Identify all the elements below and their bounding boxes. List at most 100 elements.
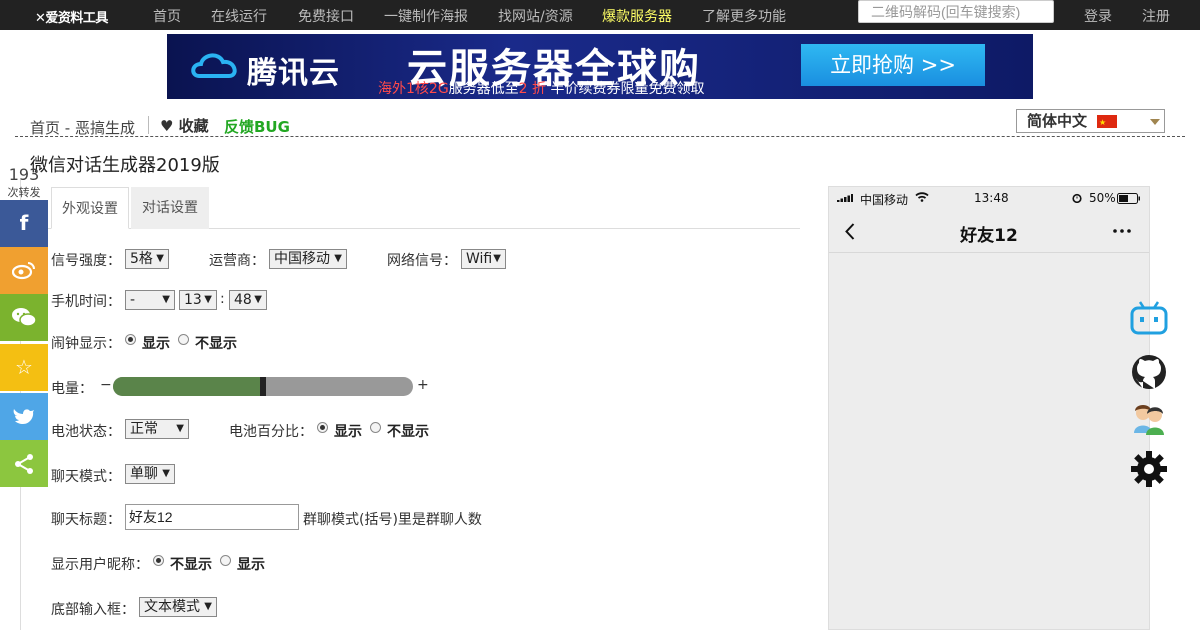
nickname-show-label: 显示 bbox=[237, 557, 265, 573]
phone-carrier: 中国移动 bbox=[860, 193, 909, 207]
nav-item-more-features[interactable]: 了解更多功能 bbox=[702, 6, 786, 26]
carrier-value: 中国移动 bbox=[274, 251, 330, 267]
facebook-icon: f bbox=[19, 211, 29, 235]
signal-bars-icon bbox=[837, 194, 853, 202]
signal-value: 5格 bbox=[130, 251, 153, 267]
time-hour-value: 13 bbox=[184, 292, 202, 308]
phone-preview: 中国移动 13:48 50% 好友12 bbox=[828, 186, 1150, 630]
language-select[interactable]: 简体中文 bbox=[1016, 109, 1165, 134]
language-selected: 简体中文 bbox=[1027, 112, 1088, 130]
nickname-show-radio[interactable] bbox=[220, 555, 231, 566]
favorite-button[interactable]: ♥ 收藏 bbox=[160, 115, 209, 136]
network-select[interactable]: Wifi ▼ bbox=[461, 249, 506, 269]
alarm-hide-radio[interactable] bbox=[178, 334, 189, 345]
breadcrumb[interactable]: 首页 - 恶搞生成 bbox=[30, 117, 135, 138]
bilibili-icon[interactable] bbox=[1130, 300, 1168, 338]
phone-chat-title: 好友12 bbox=[960, 226, 1018, 246]
time-minute-select[interactable]: 48 ▼ bbox=[229, 290, 267, 310]
input-box-select[interactable]: 文本模式 ▼ bbox=[139, 597, 217, 617]
chat-title-label: 聊天标题： bbox=[51, 512, 121, 528]
chat-title-input[interactable] bbox=[125, 504, 299, 530]
dropdown-arrow-icon: ▼ bbox=[254, 294, 262, 305]
wifi-icon bbox=[915, 192, 929, 202]
battery-minus[interactable]: − bbox=[100, 377, 112, 393]
register-link[interactable]: 注册 bbox=[1142, 6, 1170, 26]
chat-title-hint: 群聊模式(括号)里是群聊人数 bbox=[303, 512, 482, 528]
battery-pct-show-radio[interactable] bbox=[317, 422, 328, 433]
nav-item-poster[interactable]: 一键制作海报 bbox=[384, 6, 468, 26]
battery-label: 电量： bbox=[51, 381, 93, 397]
time-period-value: - bbox=[130, 292, 136, 308]
dashed-divider bbox=[15, 136, 1185, 137]
nickname-hide-label: 不显示 bbox=[170, 557, 212, 573]
site-logo[interactable]: ✕爱资料工具 bbox=[35, 7, 108, 26]
login-link[interactable]: 登录 bbox=[1084, 6, 1112, 26]
customer-service-avatar-icon[interactable] bbox=[1130, 399, 1168, 437]
tab-appearance[interactable]: 外观设置 bbox=[51, 187, 129, 229]
time-period-select[interactable]: - ▼ bbox=[125, 290, 175, 310]
star-icon: ☆ bbox=[15, 355, 33, 379]
wechat-icon bbox=[12, 308, 37, 327]
dropdown-arrow-icon: ▼ bbox=[176, 423, 184, 434]
alarm-clock-icon bbox=[1072, 193, 1082, 203]
signal-select[interactable]: 5格 ▼ bbox=[125, 249, 169, 269]
dropdown-arrow-icon: ▼ bbox=[334, 253, 342, 264]
china-flag-icon bbox=[1097, 112, 1117, 134]
battery-slider-fill bbox=[113, 377, 263, 396]
banner-buy-button[interactable]: 立即抢购 >> bbox=[801, 44, 985, 86]
carrier-select[interactable]: 中国移动 ▼ bbox=[269, 249, 347, 269]
input-box-value: 文本模式 bbox=[144, 599, 200, 615]
breadcrumb-divider bbox=[148, 116, 149, 134]
search-input[interactable] bbox=[858, 0, 1054, 23]
time-minute-value: 48 bbox=[234, 292, 252, 308]
network-value: Wifi bbox=[466, 251, 493, 267]
gear-icon[interactable] bbox=[1130, 450, 1168, 488]
dropdown-arrow-icon: ▼ bbox=[204, 294, 212, 305]
share-icon bbox=[15, 454, 33, 474]
time-hour-select[interactable]: 13 ▼ bbox=[179, 290, 217, 310]
weibo-icon bbox=[11, 262, 35, 280]
chat-mode-value: 单聊 bbox=[130, 466, 158, 482]
banner-sub-suffix: 半价续费券限量免费领取 bbox=[546, 81, 705, 97]
phone-time: 13:48 bbox=[974, 191, 1009, 205]
battery-state-select[interactable]: 正常 ▼ bbox=[125, 419, 189, 439]
dropdown-arrow-icon: ▼ bbox=[493, 253, 501, 264]
battery-state-label: 电池状态： bbox=[51, 424, 121, 440]
twitter-icon bbox=[13, 409, 34, 424]
nav-item-find-sites[interactable]: 找网站/资源 bbox=[498, 6, 573, 26]
feedback-bug-link[interactable]: 反馈BUG bbox=[224, 116, 290, 137]
share-more-button[interactable] bbox=[0, 440, 48, 487]
github-icon[interactable] bbox=[1130, 353, 1168, 391]
chat-mode-select[interactable]: 单聊 ▼ bbox=[125, 464, 175, 484]
banner-subtitle: 海外1核2G服务器低至2 折 半价续费券限量免费领取 bbox=[378, 78, 704, 98]
share-weibo-button[interactable] bbox=[0, 247, 48, 294]
battery-slider-handle[interactable] bbox=[260, 377, 266, 396]
time-label: 手机时间： bbox=[51, 294, 121, 310]
share-facebook-button[interactable]: f bbox=[0, 200, 48, 247]
input-box-label: 底部输入框： bbox=[51, 602, 135, 618]
share-qzone-button[interactable]: ☆ bbox=[0, 344, 48, 391]
nav-item-server-deal[interactable]: 爆款服务器 bbox=[602, 6, 672, 26]
tab-conversation[interactable]: 对话设置 bbox=[131, 187, 209, 229]
nav-item-online-run[interactable]: 在线运行 bbox=[211, 6, 267, 26]
signal-label: 信号强度： bbox=[51, 253, 121, 269]
share-wechat-button[interactable] bbox=[0, 294, 48, 341]
alarm-show-radio[interactable] bbox=[125, 334, 136, 345]
battery-pct-hide-radio[interactable] bbox=[370, 422, 381, 433]
network-label: 网络信号： bbox=[387, 253, 457, 269]
nav-item-home[interactable]: 首页 bbox=[153, 6, 181, 26]
ad-banner[interactable]: 腾讯云 云服务器全球购 海外1核2G服务器低至2 折 半价续费券限量免费领取 立… bbox=[167, 34, 1033, 99]
dropdown-arrow-icon: ▼ bbox=[162, 294, 170, 305]
dropdown-arrow-icon: ▼ bbox=[204, 601, 212, 612]
share-twitter-button[interactable] bbox=[0, 393, 48, 440]
battery-icon bbox=[1117, 193, 1140, 204]
battery-plus[interactable]: + bbox=[417, 377, 429, 393]
phone-battery-pct: 50% bbox=[1089, 191, 1116, 205]
banner-sub-prefix: 海外1核2G bbox=[378, 81, 449, 97]
banner-sub-discount: 2 折 bbox=[518, 81, 547, 97]
tencent-cloud-logo-icon bbox=[191, 53, 237, 78]
alarm-hide-label: 不显示 bbox=[195, 336, 237, 352]
nav-item-free-api[interactable]: 免费接口 bbox=[298, 6, 354, 26]
nickname-hide-radio[interactable] bbox=[153, 555, 164, 566]
battery-state-value: 正常 bbox=[130, 421, 158, 437]
